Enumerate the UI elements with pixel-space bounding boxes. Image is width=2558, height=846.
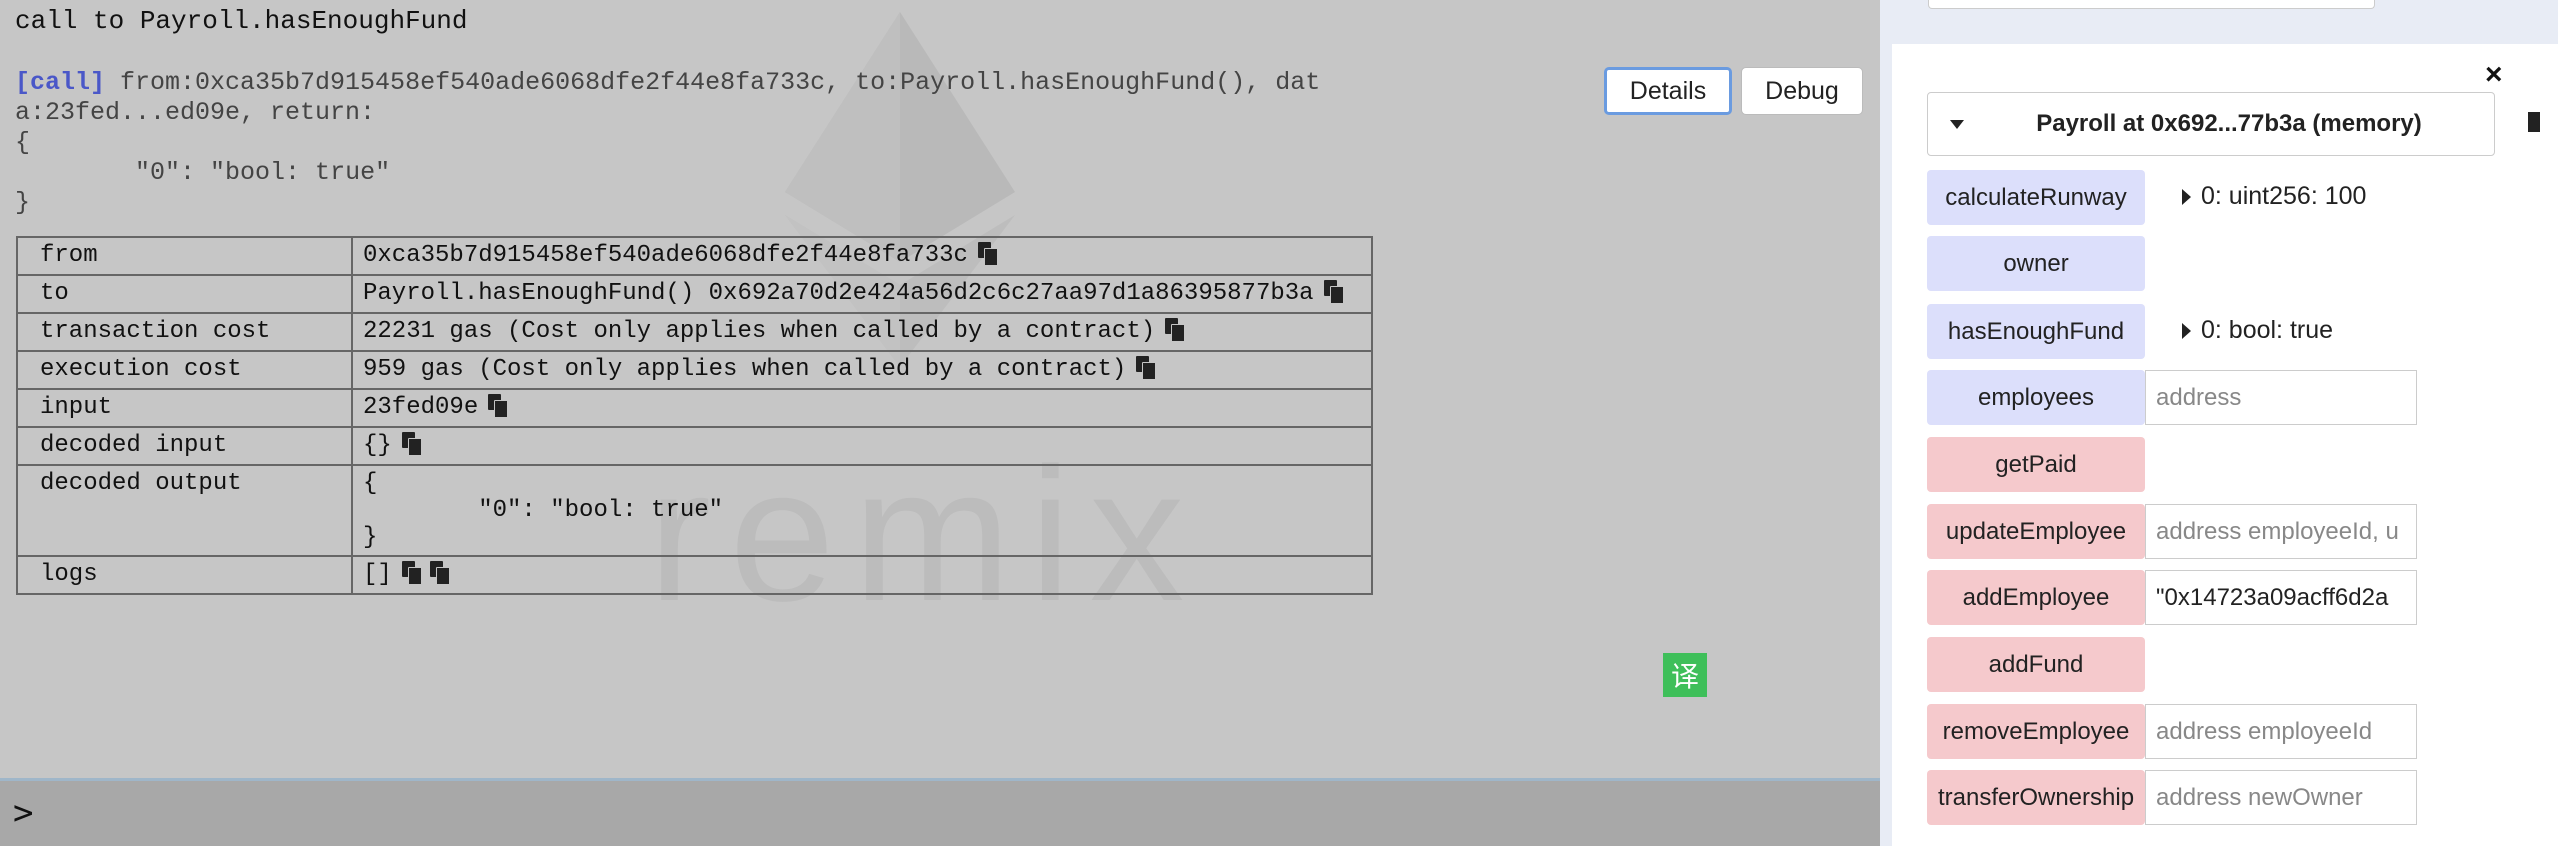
panel-top-strip [1928, 0, 2375, 9]
employees-button[interactable]: employees [1927, 370, 2145, 425]
instance-header[interactable]: Payroll at 0x692...77b3a (memory) [1927, 92, 2495, 156]
close-icon[interactable]: × [2485, 58, 2503, 92]
copy-icon[interactable] [1136, 356, 1157, 380]
row-key: transaction cost [16, 312, 353, 352]
call-log-text: from:0xca35b7d915458ef540ade6068dfe2f44e… [15, 68, 1321, 217]
call-tag: [call] [15, 68, 106, 97]
clipboard-icon[interactable] [2528, 112, 2544, 136]
terminal-input-bar[interactable]: > [0, 778, 1880, 846]
table-row: from 0xca35b7d915458ef540ade6068dfe2f44e… [16, 236, 1373, 276]
decoded-output-value: { "0": "bool: true" } [351, 464, 1373, 557]
transaction-details-table: from 0xca35b7d915458ef540ade6068dfe2f44e… [16, 236, 1373, 595]
table-row: decoded input {} [16, 426, 1373, 466]
table-row: transaction cost 22231 gas (Cost only ap… [16, 312, 1373, 352]
remove-employee-input[interactable] [2145, 704, 2417, 759]
transfer-ownership-button[interactable]: transferOwnership [1927, 770, 2145, 825]
transaction-cost-value: 22231 gas (Cost only applies when called… [363, 318, 1156, 345]
call-log: [call] from:0xca35b7d915458ef540ade6068d… [15, 68, 1415, 218]
add-employee-button[interactable]: addEmployee [1927, 570, 2145, 625]
call-title: call to Payroll.hasEnoughFund [15, 6, 468, 36]
caret-down-icon[interactable] [1950, 119, 1964, 129]
to-value: Payroll.hasEnoughFund() 0x692a70d2e424a5… [363, 280, 1314, 307]
table-row: decoded output { "0": "bool: true" } [16, 464, 1373, 557]
expand-triangle-icon[interactable] [2182, 322, 2191, 339]
employees-input[interactable] [2145, 370, 2417, 425]
execution-cost-value: 959 gas (Cost only applies when called b… [363, 356, 1127, 383]
get-paid-button[interactable]: getPaid [1927, 437, 2145, 492]
row-key: logs [16, 555, 353, 595]
row-key: decoded input [16, 426, 353, 466]
has-enough-fund-result: 0: bool: true [2182, 316, 2333, 345]
row-key: input [16, 388, 353, 428]
calculate-runway-button[interactable]: calculateRunway [1927, 170, 2145, 225]
calculate-runway-result: 0: uint256: 100 [2182, 182, 2366, 211]
result-text: 0: bool: true [2201, 316, 2334, 344]
details-button[interactable]: Details [1604, 67, 1732, 115]
result-text: 0: uint256: 100 [2201, 182, 2367, 210]
debug-button[interactable]: Debug [1741, 67, 1863, 115]
copy-icon[interactable] [1165, 318, 1186, 342]
remove-employee-button[interactable]: removeEmployee [1927, 704, 2145, 759]
expand-triangle-icon[interactable] [2182, 188, 2191, 205]
logs-value: [] [363, 561, 392, 588]
row-key: execution cost [16, 350, 353, 390]
owner-button[interactable]: owner [1927, 236, 2145, 291]
copy-icon[interactable] [1323, 280, 1344, 304]
table-row: to Payroll.hasEnoughFund() 0x692a70d2e42… [16, 274, 1373, 314]
add-fund-button[interactable]: addFund [1927, 637, 2145, 692]
copy-icon[interactable] [488, 394, 509, 418]
transfer-ownership-input[interactable] [2145, 770, 2417, 825]
table-row: input 23fed09e [16, 388, 1373, 428]
table-row: execution cost 959 gas (Cost only applie… [16, 350, 1373, 390]
copy-icon[interactable] [401, 432, 422, 456]
terminal-output: remix call to Payroll.hasEnoughFund [cal… [0, 0, 1880, 778]
decoded-input-value: {} [363, 432, 392, 459]
input-value: 23fed09e [363, 394, 479, 421]
update-employee-button[interactable]: updateEmployee [1927, 504, 2145, 559]
add-employee-input[interactable] [2145, 570, 2417, 625]
from-value: 0xca35b7d915458ef540ade6068dfe2f44e8fa73… [363, 242, 968, 269]
prompt-symbol: > [13, 793, 34, 833]
row-key: from [16, 236, 353, 276]
translate-badge[interactable]: 译 [1663, 653, 1707, 697]
has-enough-fund-button[interactable]: hasEnoughFund [1927, 304, 2145, 359]
copy-icon[interactable] [977, 242, 998, 266]
row-key: decoded output [16, 464, 353, 557]
table-row: logs [] [16, 555, 1373, 595]
instance-title: Payroll at 0x692...77b3a (memory) [2036, 110, 2422, 137]
update-employee-input[interactable] [2145, 504, 2417, 559]
row-key: to [16, 274, 353, 314]
copy-icon[interactable] [401, 561, 422, 585]
copy-icon[interactable] [429, 561, 450, 585]
